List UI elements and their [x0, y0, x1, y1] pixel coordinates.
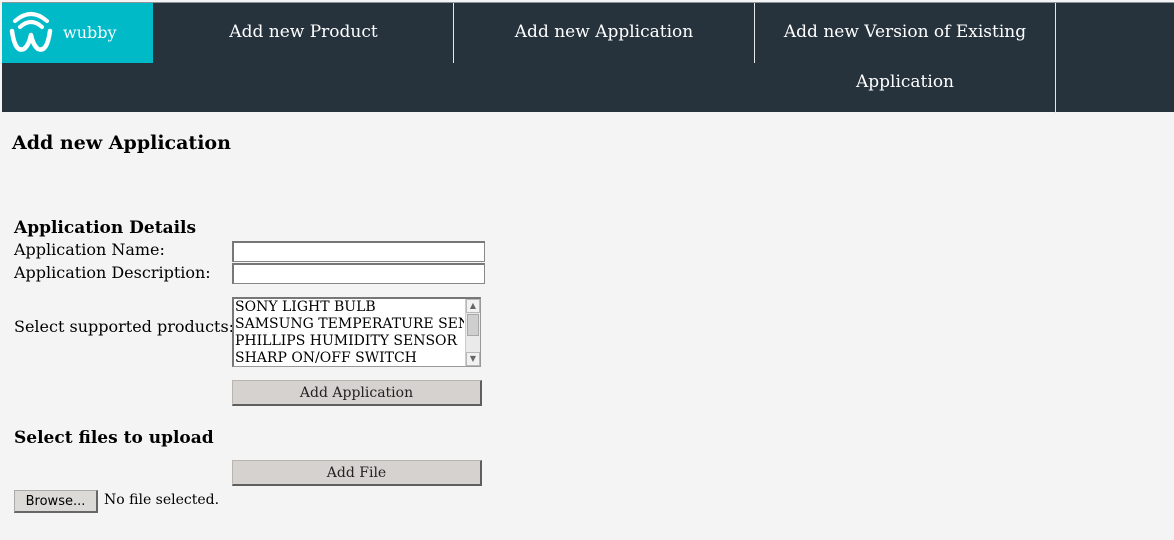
browse-button[interactable]: Browse...	[14, 490, 98, 513]
product-option[interactable]: SAMSUNG TEMPERATURE SENSOR	[234, 316, 464, 333]
scroll-thumb[interactable]	[467, 314, 479, 336]
application-details-heading: Application Details	[14, 218, 197, 238]
add-application-button[interactable]: Add Application	[232, 380, 482, 406]
wubby-logo-icon	[9, 12, 53, 52]
brand[interactable]: wubby	[2, 3, 153, 63]
nav-add-product[interactable]: Add new Product	[153, 7, 454, 57]
scroll-up-arrow-icon[interactable]: ▲	[466, 299, 480, 313]
scroll-down-arrow-icon[interactable]: ▼	[466, 352, 480, 366]
nav-add-version-line2: Application	[855, 72, 955, 92]
product-options: SONY LIGHT BULB SAMSUNG TEMPERATURE SENS…	[234, 299, 464, 366]
select-files-heading: Select files to upload	[14, 428, 214, 448]
supported-products-label: Select supported products:	[14, 317, 235, 336]
supported-products-listbox[interactable]: SONY LIGHT BULB SAMSUNG TEMPERATURE SENS…	[232, 297, 481, 367]
product-option[interactable]: SHARP ON/OFF SWITCH	[234, 350, 464, 366]
file-status: No file selected.	[104, 492, 220, 508]
application-description-input[interactable]	[232, 263, 485, 284]
listbox-scrollbar[interactable]: ▲ ▼	[465, 299, 480, 366]
page-title: Add new Application	[12, 132, 231, 154]
application-name-label: Application Name:	[14, 240, 165, 259]
nav-add-application[interactable]: Add new Application	[454, 7, 754, 57]
nav-add-version-line1: Add new Version of Existing	[783, 22, 1027, 42]
nav-divider	[1055, 3, 1056, 113]
product-option[interactable]: SONY LIGHT BULB	[234, 299, 464, 316]
brand-name: wubby	[63, 22, 117, 42]
application-description-label: Application Description:	[14, 263, 211, 282]
add-file-button[interactable]: Add File	[232, 460, 482, 486]
application-name-input[interactable]	[232, 241, 485, 262]
top-nav: wubby Add new Product Add new Applicatio…	[2, 2, 1174, 113]
nav-add-version[interactable]: Add new Version of Existing Application	[755, 3, 1055, 113]
product-option[interactable]: PHILLIPS HUMIDITY SENSOR	[234, 333, 464, 350]
